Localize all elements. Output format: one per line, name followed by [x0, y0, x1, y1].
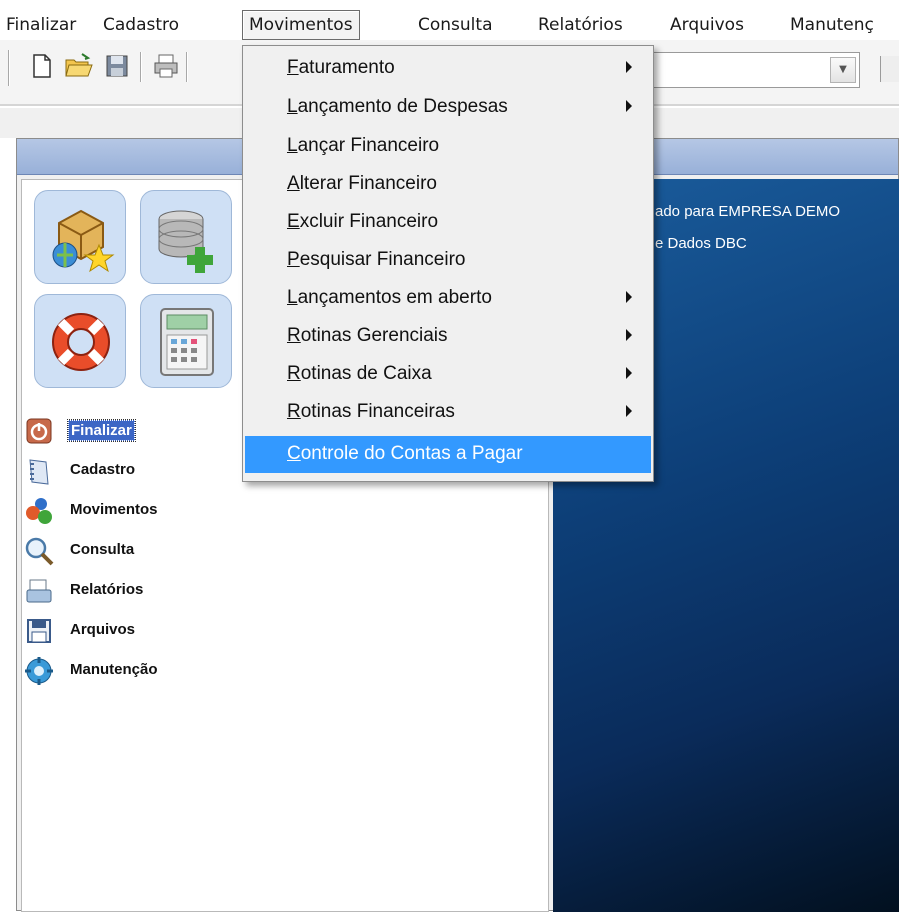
menu-item-label: esquisar Financeiro	[299, 249, 466, 270]
movimentos-dropdown-menu: Faturamento Lançamento de Despesas Lança…	[242, 45, 654, 482]
menu-item-label: ançar Financeiro	[297, 135, 440, 156]
menu-item-label: otinas de Caixa	[300, 363, 432, 384]
mnemonic: L	[287, 135, 298, 156]
submenu-arrow-icon	[626, 100, 632, 112]
tree-item-label: Arquivos	[70, 621, 136, 638]
mnemonic: C	[287, 443, 301, 464]
menu-bar: Finalizar Cadastro Movimentos Consulta R…	[0, 0, 899, 40]
open-folder-icon[interactable]	[64, 52, 93, 80]
mnemonic: R	[287, 363, 301, 384]
report-printer-icon	[26, 579, 52, 603]
magnifier-icon	[25, 537, 54, 566]
lifebuoy-icon	[52, 313, 110, 371]
help-lifebuoy-button[interactable]	[34, 294, 126, 388]
menu-item-label: ontrole do Contas a Pagar	[300, 443, 523, 464]
mnemonic: R	[287, 401, 301, 422]
package-globe-icon	[52, 209, 115, 273]
welcome-line-1: ado para EMPRESA DEMO	[655, 203, 841, 220]
power-icon	[26, 418, 52, 444]
menu-finalizar[interactable]: Finalizar	[0, 10, 82, 40]
menu-item-alterar-financeiro[interactable]: Alterar Financeiro	[245, 166, 651, 203]
calculator-button[interactable]	[140, 294, 232, 388]
menu-item-lancamentos-em-aberto[interactable]: Lançamentos em aberto	[245, 280, 651, 317]
new-document-icon[interactable]	[28, 52, 56, 80]
menu-manutencao[interactable]: Manutenç	[784, 10, 880, 40]
menu-item-rotinas-financeiras[interactable]: Rotinas Financeiras	[245, 394, 651, 431]
mnemonic: L	[287, 96, 298, 117]
submenu-arrow-icon	[626, 405, 632, 417]
menu-item-label: otinas Gerenciais	[300, 325, 448, 346]
submenu-arrow-icon	[626, 367, 632, 379]
people-icon	[26, 498, 52, 524]
toolbar-overflow[interactable]	[880, 56, 899, 82]
gear-globe-icon	[25, 657, 53, 685]
database-add-icon	[158, 210, 213, 273]
save-icon[interactable]	[104, 52, 132, 80]
mnemonic: E	[287, 211, 300, 232]
menu-item-lancar-financeiro[interactable]: Lançar Financeiro	[245, 128, 651, 165]
menu-item-excluir-financeiro[interactable]: Excluir Financeiro	[245, 204, 651, 241]
submenu-arrow-icon	[626, 329, 632, 341]
menu-item-lancamento-de-despesas[interactable]: Lançamento de Despesas	[245, 89, 651, 126]
submenu-arrow-icon	[626, 291, 632, 303]
menu-item-faturamento[interactable]: Faturamento	[245, 50, 651, 87]
toolbar-separator-2	[186, 52, 188, 82]
notebook-icon	[29, 459, 49, 485]
calculator-icon	[160, 308, 214, 376]
menu-cadastro[interactable]: Cadastro	[97, 10, 185, 40]
print-icon[interactable]	[152, 52, 180, 80]
database-add-button[interactable]	[140, 190, 232, 284]
welcome-line-2: e Dados DBC	[655, 235, 747, 252]
menu-consulta[interactable]: Consulta	[412, 10, 498, 40]
toolbar-grip[interactable]	[8, 50, 10, 86]
menu-relatorios[interactable]: Relatórios	[532, 10, 629, 40]
submenu-arrow-icon	[626, 61, 632, 73]
mnemonic: A	[287, 173, 300, 194]
toolbar-separator	[140, 52, 142, 82]
toolbar-combo[interactable]: ▼	[650, 52, 860, 88]
menu-item-controle-do-contas-a-pagar[interactable]: Controle do Contas a Pagar	[245, 436, 651, 473]
mnemonic: P	[287, 249, 300, 270]
tree-item-label: Manutenção	[70, 661, 158, 678]
menu-item-pesquisar-financeiro[interactable]: Pesquisar Financeiro	[245, 242, 651, 279]
tree-item-label: Cadastro	[70, 461, 136, 478]
menu-item-label: otinas Financeiras	[300, 401, 455, 422]
menu-arquivos[interactable]: Arquivos	[664, 10, 750, 40]
tree-item-label: Finalizar	[67, 419, 136, 442]
menu-item-label: ançamento de Despesas	[297, 96, 508, 117]
cadastro-quick-button[interactable]	[34, 190, 126, 284]
mnemonic: F	[287, 57, 299, 78]
menu-item-label: lterar Financeiro	[299, 173, 437, 194]
tree-item-label: Movimentos	[70, 501, 158, 518]
menu-item-rotinas-gerenciais[interactable]: Rotinas Gerenciais	[245, 318, 651, 355]
mnemonic: R	[287, 325, 301, 346]
tree-item-label: Consulta	[70, 541, 135, 558]
menu-item-label: ançamentos em aberto	[297, 287, 492, 308]
menu-item-rotinas-de-caixa[interactable]: Rotinas de Caixa	[245, 356, 651, 393]
tree-item-label: Relatórios	[70, 581, 144, 598]
chevron-down-icon[interactable]: ▼	[830, 57, 856, 83]
menu-item-label: aturamento	[298, 57, 395, 78]
menu-item-label: xcluir Financeiro	[299, 211, 439, 232]
mnemonic: L	[287, 287, 298, 308]
save-disk-icon	[27, 619, 51, 643]
menu-movimentos[interactable]: Movimentos	[242, 10, 360, 40]
